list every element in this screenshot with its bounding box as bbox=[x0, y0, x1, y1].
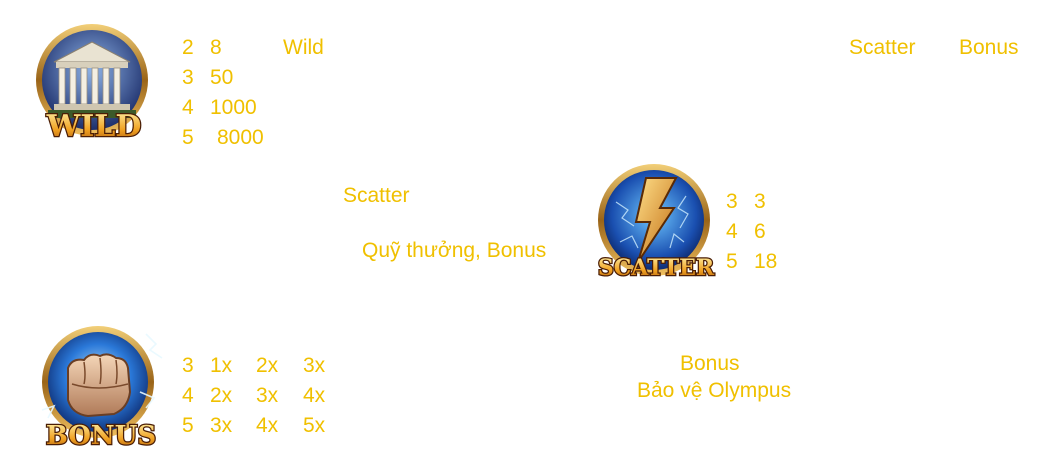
scatter-paytable: 3 3 4 6 5 18 bbox=[726, 187, 796, 277]
scatter-symbol: SCATTER bbox=[586, 162, 724, 292]
paytable-row: 5 3x 4x 5x bbox=[182, 411, 342, 441]
pay-value: 6 bbox=[754, 220, 766, 243]
paytable-row: 5 18 bbox=[726, 247, 796, 277]
pay-multiplier: 5x bbox=[303, 414, 326, 437]
pay-count: 3 bbox=[726, 190, 738, 213]
wild-paytable: 2 8 3 50 4 1000 5 8000 bbox=[182, 33, 292, 153]
pay-value: 1000 bbox=[210, 96, 257, 119]
pay-value: 50 bbox=[210, 66, 234, 89]
bottom-olympus-label: Bảo vệ Olympus bbox=[637, 379, 792, 402]
pay-value: 18 bbox=[754, 250, 778, 273]
pay-count: 3 bbox=[182, 66, 194, 89]
pay-multiplier: 4x bbox=[256, 414, 279, 437]
top-bonus-label: Bonus bbox=[959, 36, 1019, 59]
mid-scatter-label: Scatter bbox=[343, 184, 410, 207]
bonus-fist-icon: BONUS bbox=[41, 326, 163, 452]
bonus-paytable: 3 1x 2x 3x 4 2x 3x 4x 5 3x 4x 5x bbox=[182, 351, 342, 441]
pay-multiplier: 2x bbox=[210, 384, 233, 407]
pay-count: 5 bbox=[182, 126, 194, 149]
pay-count: 5 bbox=[182, 414, 194, 437]
paytable-row: 4 2x 3x 4x bbox=[182, 381, 342, 411]
pay-count: 4 bbox=[726, 220, 738, 243]
bonus-symbol: BONUS bbox=[28, 322, 174, 456]
wild-temple-icon: WILD bbox=[36, 24, 148, 145]
pay-value: 3 bbox=[754, 190, 766, 213]
pay-count: 5 bbox=[726, 250, 738, 273]
paytable-row: 5 8000 bbox=[182, 123, 292, 153]
paytable-row: 3 3 bbox=[726, 187, 796, 217]
pay-value: 8000 bbox=[217, 126, 264, 149]
bonus-badge-text: BONUS bbox=[46, 421, 156, 451]
pay-value: 8 bbox=[210, 36, 222, 59]
scatter-lightning-icon: SCATTER bbox=[597, 164, 716, 282]
paytable-row: 3 50 bbox=[182, 63, 292, 93]
pay-count: 3 bbox=[182, 354, 194, 377]
pay-count: 4 bbox=[182, 96, 194, 119]
top-scatter-label: Scatter bbox=[849, 36, 916, 59]
paytable-row: 4 6 bbox=[726, 217, 796, 247]
pay-multiplier: 3x bbox=[210, 414, 233, 437]
pay-multiplier: 3x bbox=[303, 354, 326, 377]
pay-multiplier: 1x bbox=[210, 354, 233, 377]
pay-count: 4 bbox=[182, 384, 194, 407]
bottom-bonus-label: Bonus bbox=[680, 352, 740, 375]
wild-symbol: WILD bbox=[26, 20, 162, 156]
wild-label: Wild bbox=[283, 36, 324, 59]
paytable-row: 2 8 bbox=[182, 33, 292, 63]
mid-prize-label: Quỹ thưởng, Bonus bbox=[362, 239, 547, 262]
paytable-row: 3 1x 2x 3x bbox=[182, 351, 342, 381]
pay-multiplier: 2x bbox=[256, 354, 279, 377]
wild-badge-text: WILD bbox=[46, 109, 142, 144]
pay-multiplier: 4x bbox=[303, 384, 326, 407]
scatter-badge-text: SCATTER bbox=[598, 255, 715, 281]
pay-count: 2 bbox=[182, 36, 194, 59]
pay-multiplier: 3x bbox=[256, 384, 279, 407]
paytable-row: 4 1000 bbox=[182, 93, 292, 123]
